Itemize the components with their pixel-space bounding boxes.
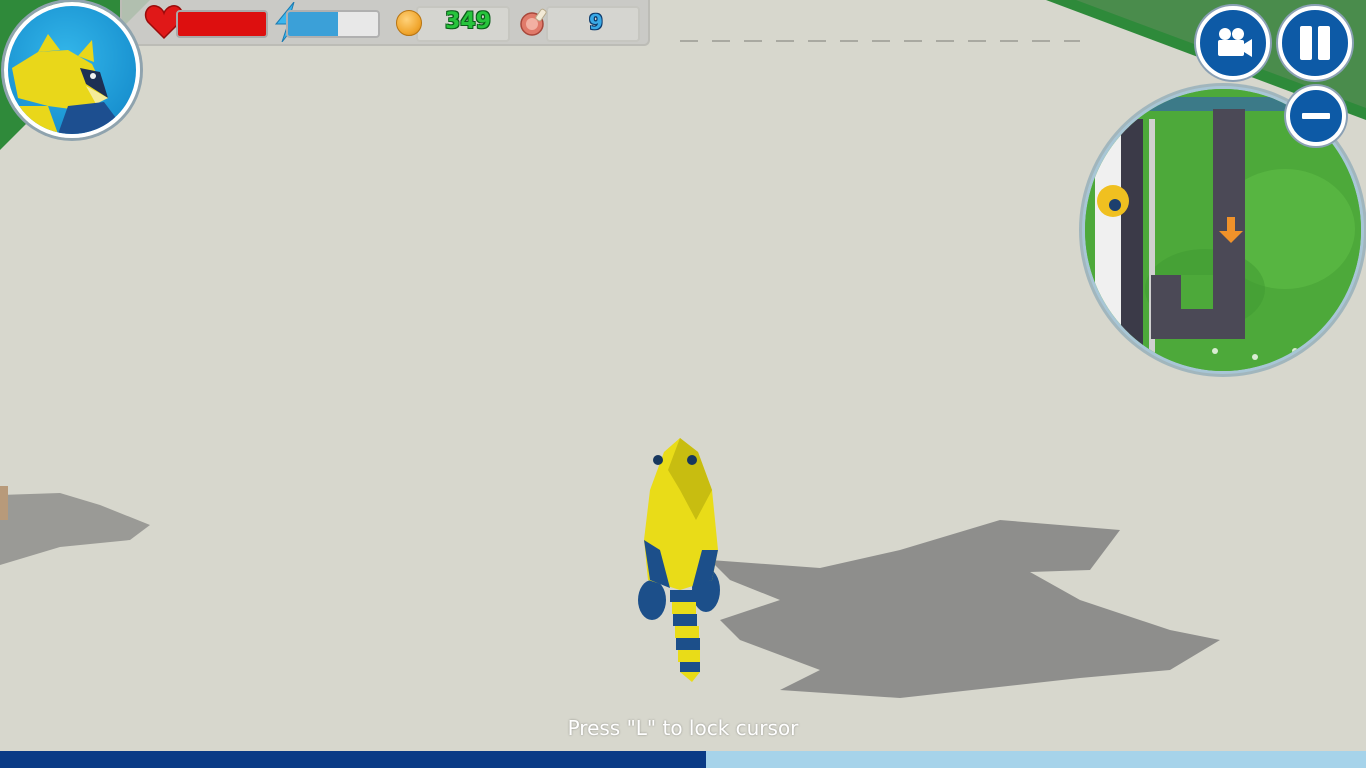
minus-icon [1302,113,1330,119]
player-avatar[interactable] [4,2,140,138]
loading-progress-fill [0,751,707,768]
building-shadow-left [0,493,150,565]
video-camera-icon [1218,28,1252,57]
health-bar-fill [178,12,266,36]
crate-edge [0,486,8,520]
energy-bar-fill [288,12,338,36]
zoom-out-button[interactable] [1286,86,1346,146]
lock-cursor-hint: Press "L" to lock cursor [567,716,799,740]
pause-icon [1300,26,1312,60]
raccoon-portrait-icon [8,34,128,134]
coin-count: 349 [445,9,491,34]
pause-icon-bar [1318,26,1330,60]
energy-bar [286,10,380,38]
road-markings [680,40,1080,42]
coin-icon [396,10,422,36]
pause-button[interactable] [1278,6,1352,80]
raccoon-player [638,438,720,682]
camera-button[interactable] [1196,6,1270,80]
loading-progress-bar [0,751,1366,768]
tree-shadow [710,520,1220,698]
meat-count: 9 [589,10,603,34]
health-bar [176,10,268,38]
